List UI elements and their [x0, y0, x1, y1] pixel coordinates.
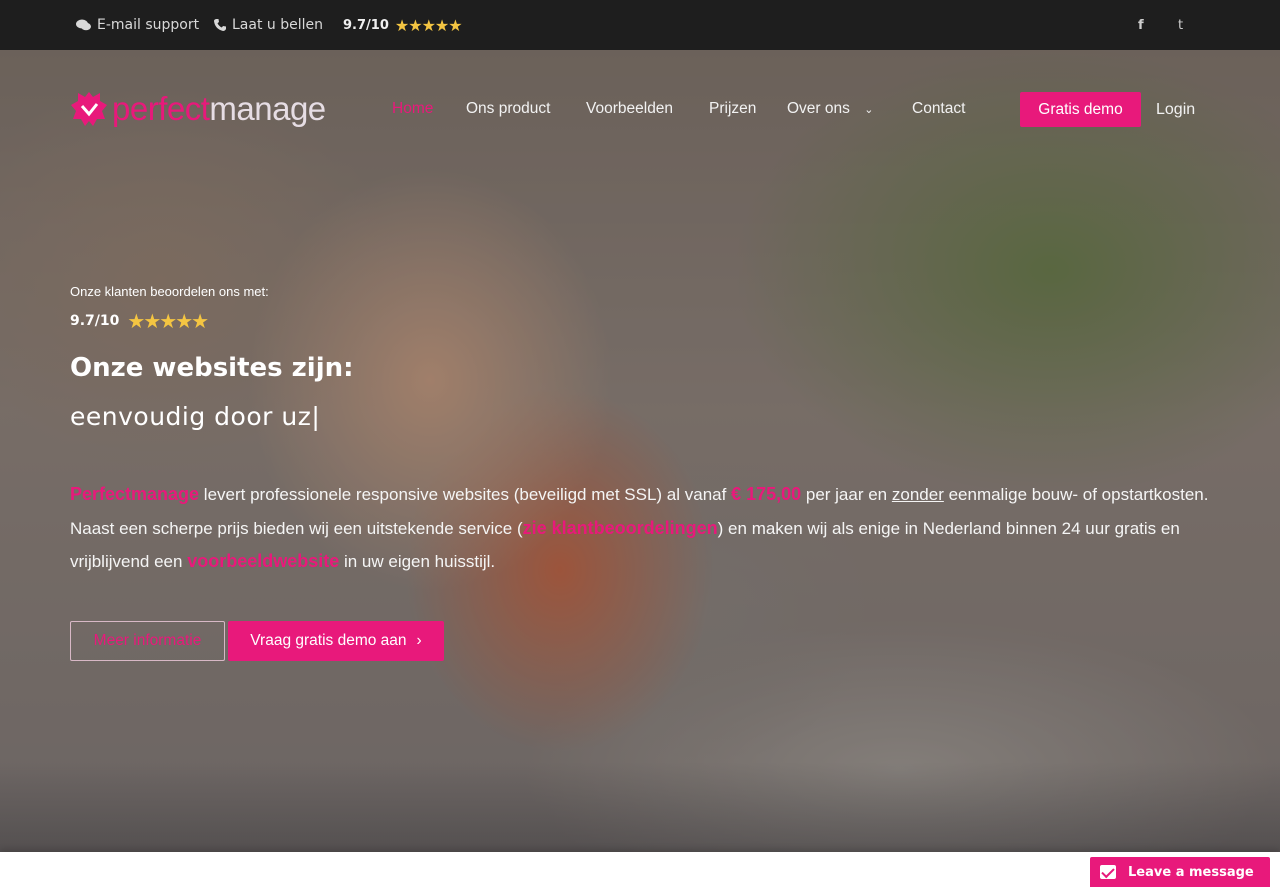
- free-demo-button[interactable]: Gratis demo: [1020, 92, 1141, 127]
- hero-rating: 9.7/10 ★★★★★: [70, 309, 209, 333]
- rating-intro: Onze klanten beoordelen ons met:: [70, 284, 269, 299]
- leave-message-widget[interactable]: Leave a message: [1090, 857, 1270, 887]
- top-rating: 9.7/10 ★★★★★: [343, 0, 463, 50]
- hero-section: perfectmanage Home Ons product Voorbeeld…: [0, 50, 1280, 852]
- nav-prices[interactable]: Prijzen: [709, 100, 756, 118]
- twitter-glyph: t: [1178, 17, 1184, 33]
- email-support-label: E-mail support: [97, 17, 200, 33]
- facebook-icon[interactable]: f: [1138, 0, 1144, 50]
- login-link[interactable]: Login: [1156, 101, 1195, 119]
- top-rating-stars: ★★★★★: [394, 15, 463, 35]
- nav-contact[interactable]: Contact: [912, 100, 965, 118]
- envelope-icon: [1100, 865, 1116, 879]
- leave-message-label: Leave a message: [1128, 864, 1254, 880]
- top-bar: E-mail support Laat u bellen 9.7/10 ★★★★…: [0, 0, 1280, 50]
- bottom-strip: [0, 852, 1280, 887]
- top-rating-score: 9.7/10: [343, 17, 389, 33]
- more-info-button[interactable]: Meer informatie: [70, 621, 225, 661]
- price: € 175,00: [731, 484, 802, 504]
- nav-product[interactable]: Ons product: [466, 100, 550, 118]
- logo-mark-icon: [71, 92, 107, 126]
- hero-overlay: [0, 50, 1280, 852]
- logo[interactable]: perfectmanage: [70, 90, 326, 128]
- hero-rating-stars: ★★★★★: [127, 309, 209, 333]
- facebook-glyph: f: [1138, 17, 1144, 33]
- hero-description: Perfectmanage levert professionele respo…: [70, 478, 1220, 579]
- chevron-right-icon: ›: [416, 632, 422, 649]
- logo-text-perfect: perfect: [112, 90, 210, 127]
- logo-text: perfectmanage: [112, 90, 326, 128]
- chevron-down-icon: ⌄: [864, 104, 874, 116]
- phone-icon: [214, 19, 226, 31]
- example-website-link[interactable]: voorbeeldwebsite: [187, 551, 339, 571]
- call-me-link[interactable]: Laat u bellen: [214, 0, 323, 50]
- nav-about-label: Over ons: [787, 100, 850, 117]
- zonder-text: zonder: [891, 485, 944, 504]
- email-support-link[interactable]: E-mail support: [76, 0, 199, 50]
- hero-bottom-shade: [0, 762, 1280, 852]
- hero-rating-score: 9.7/10: [70, 313, 120, 329]
- nav-home[interactable]: Home: [392, 100, 433, 118]
- request-demo-button[interactable]: Vraag gratis demo aan ›: [228, 621, 444, 661]
- request-demo-label: Vraag gratis demo aan: [250, 632, 407, 649]
- desc-text-5: in uw eigen huisstijl.: [339, 552, 496, 571]
- hero-typing-subtitle: eenvoudig door uz|: [70, 402, 321, 431]
- logo-text-manage: manage: [209, 90, 326, 127]
- chat-bubbles-icon: [76, 19, 91, 31]
- nav-examples[interactable]: Voorbeelden: [586, 100, 673, 118]
- twitter-icon[interactable]: t: [1178, 0, 1183, 50]
- hero-title: Onze websites zijn:: [70, 353, 354, 383]
- desc-text-2: per jaar en: [801, 485, 892, 504]
- brand-name: Perfectmanage: [70, 484, 200, 504]
- reviews-link[interactable]: zie klantbeoordelingen: [523, 518, 718, 538]
- desc-text-1: levert professionele responsive websites…: [199, 485, 732, 504]
- nav-about[interactable]: Over ons ⌄: [787, 100, 873, 118]
- call-me-label: Laat u bellen: [232, 17, 323, 33]
